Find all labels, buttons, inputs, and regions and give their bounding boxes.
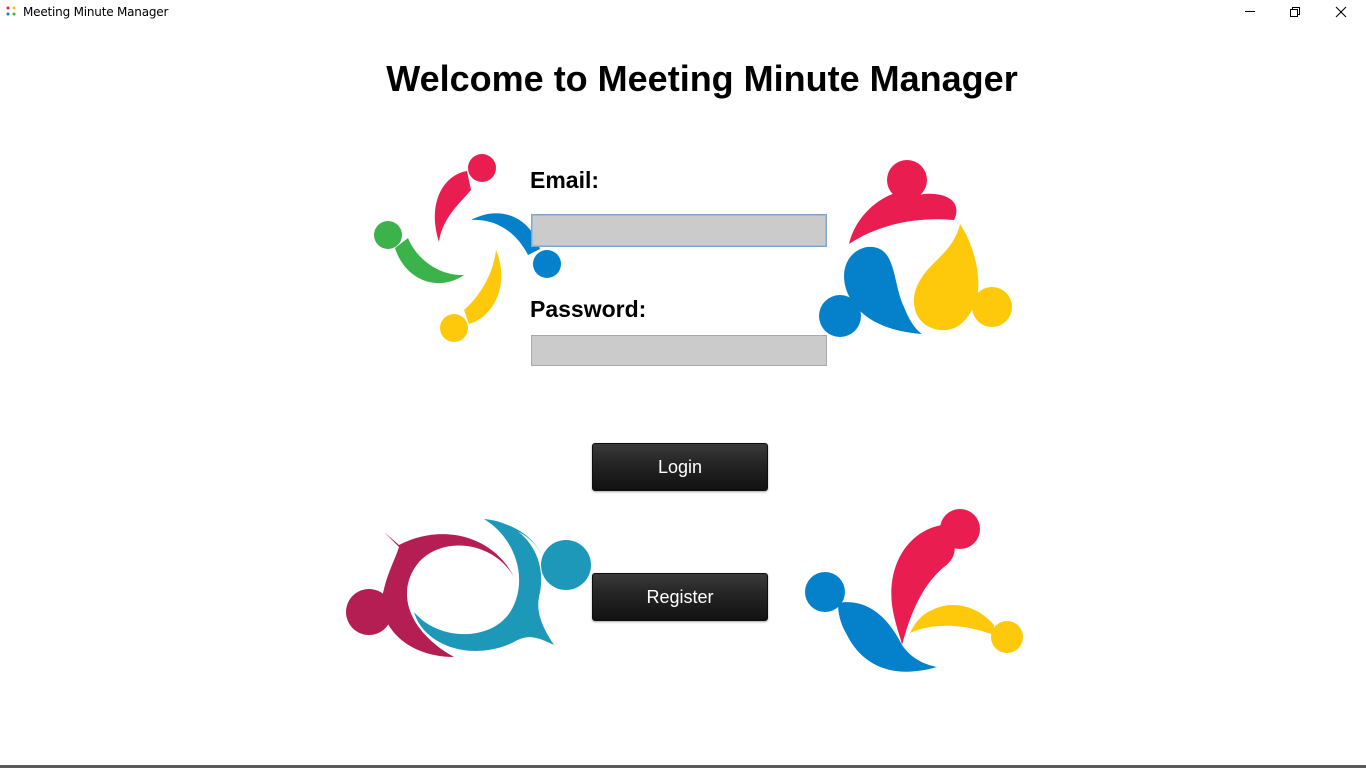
email-field[interactable] [531,214,827,247]
close-icon [1335,6,1347,18]
login-button[interactable]: Login [592,443,768,491]
page-title: Welcome to Meeting Minute Manager [386,58,1018,99]
restore-button[interactable] [1272,0,1318,24]
restore-icon [1290,7,1300,17]
app-icon [6,6,16,16]
email-label: Email: [530,167,600,193]
speech-ring-logo [346,519,591,657]
minimize-icon [1245,11,1255,12]
people-trio-logo [805,509,1023,672]
password-field[interactable] [531,335,827,366]
window-title: Meeting Minute Manager [23,5,169,19]
minimize-button[interactable] [1227,0,1273,24]
close-button[interactable] [1318,0,1364,24]
people-trio-logo [819,160,1012,337]
register-button[interactable]: Register [592,573,768,621]
password-label: Password: [530,296,647,322]
title-bar[interactable]: Meeting Minute Manager [0,0,1366,24]
